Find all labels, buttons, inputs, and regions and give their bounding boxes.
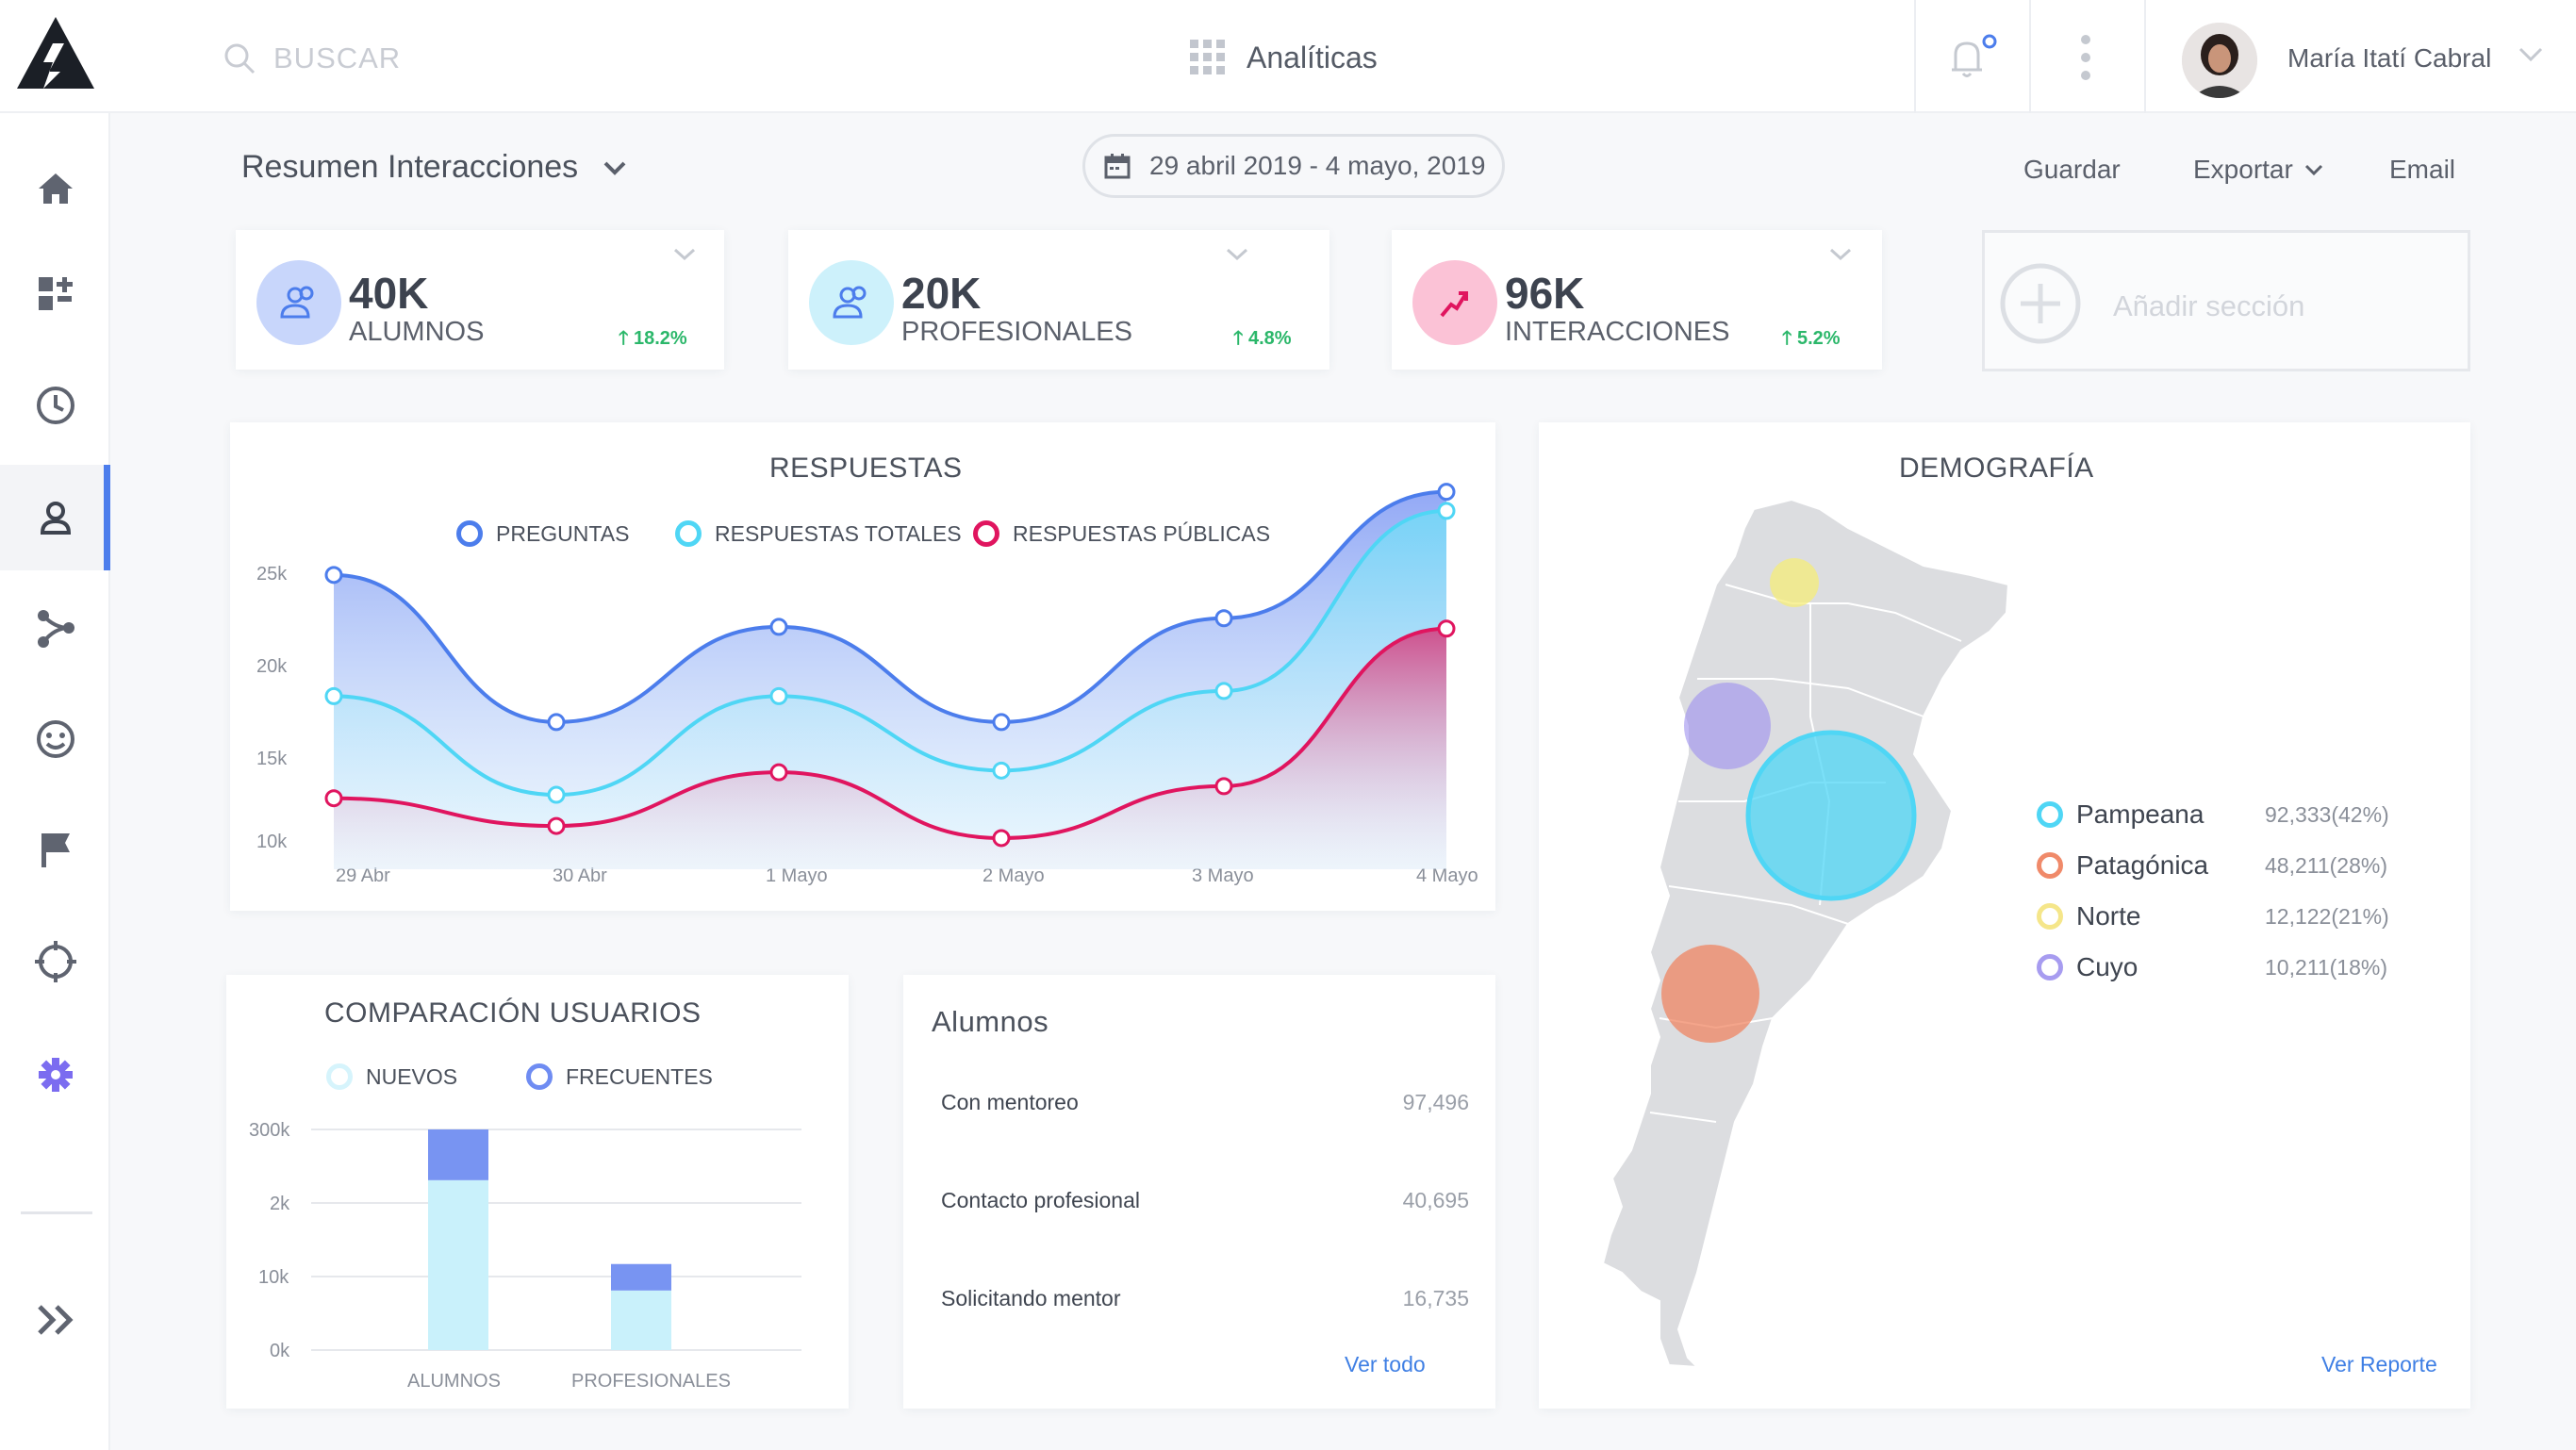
legend-label: Norte: [2076, 901, 2141, 931]
legend-patagonica[interactable]: Patagónica 48,211(28%): [2037, 847, 2414, 884]
legend-value: 10,211(18%): [2265, 954, 2387, 980]
legend-marker: [2037, 801, 2063, 828]
legend-label: Patagónica: [2076, 850, 2209, 880]
bubble-patagonica: [1661, 945, 1759, 1043]
argentina-map[interactable]: [0, 0, 2576, 1450]
bubble-pampeana: [1745, 730, 1917, 901]
legend-pampeana[interactable]: Pampeana 92,333(42%): [2037, 796, 2414, 833]
legend-marker: [2037, 852, 2063, 879]
legend-value: 12,122(21%): [2265, 903, 2389, 929]
map-shape: [1601, 498, 2010, 1369]
legend-norte[interactable]: Norte 12,122(21%): [2037, 898, 2414, 935]
legend-label: Pampeana: [2076, 799, 2204, 829]
legend-marker: [2037, 954, 2063, 980]
legend-cuyo[interactable]: Cuyo 10,211(18%): [2037, 948, 2414, 986]
legend-label: Cuyo: [2076, 952, 2138, 981]
bubble-cuyo: [1684, 683, 1771, 769]
legend-marker: [2037, 903, 2063, 930]
legend-value: 48,211(28%): [2265, 852, 2387, 878]
bubble-norte: [1770, 558, 1819, 607]
legend-value: 92,333(42%): [2265, 801, 2389, 827]
